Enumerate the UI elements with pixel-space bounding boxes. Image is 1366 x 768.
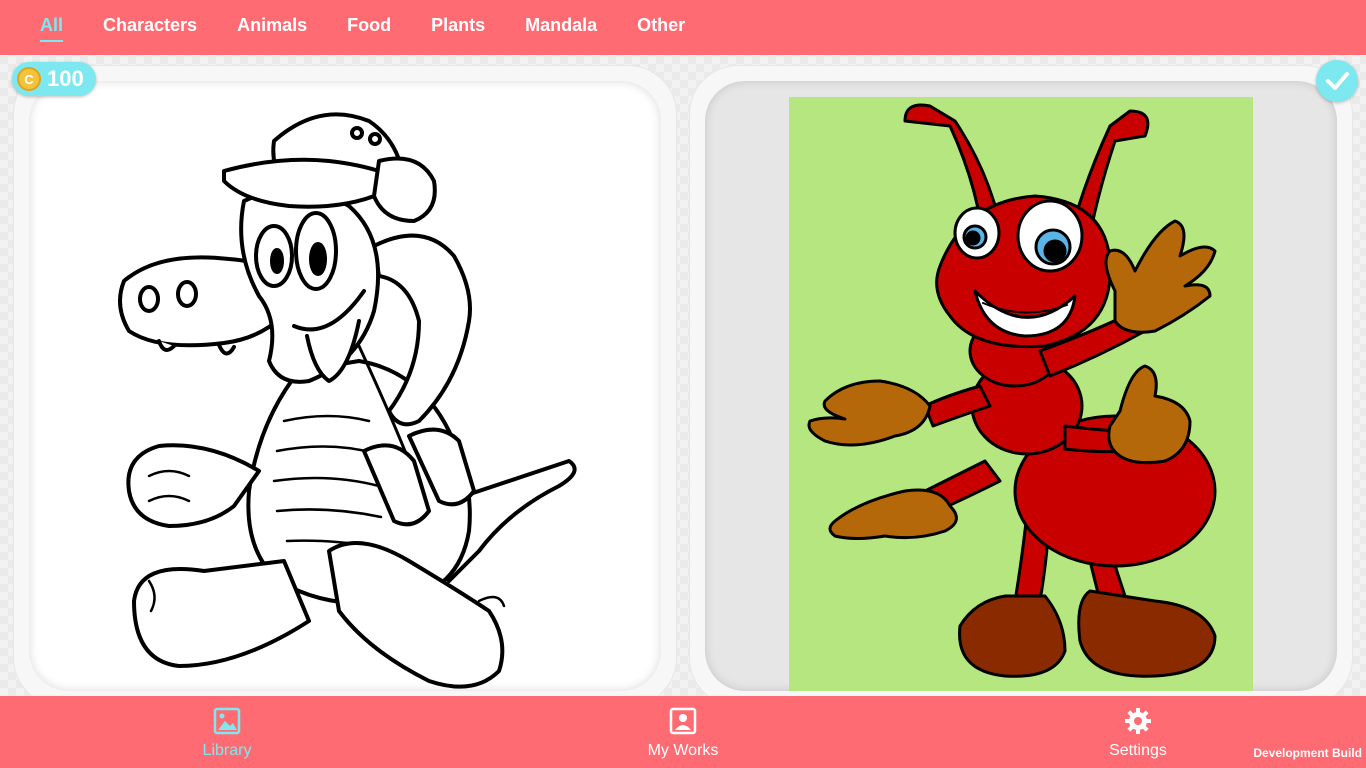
tab-mandala[interactable]: Mandala <box>525 15 597 40</box>
card-inner <box>29 81 661 691</box>
nav-my-works[interactable]: My Works <box>613 706 753 760</box>
ant-colored-art <box>789 97 1253 691</box>
tab-all[interactable]: All <box>40 15 64 42</box>
coin-counter[interactable]: C 100 <box>12 62 96 96</box>
card-inner <box>705 81 1337 691</box>
nav-library-label: Library <box>202 742 252 759</box>
image-icon <box>213 707 241 735</box>
tab-other[interactable]: Other <box>637 15 685 40</box>
coin-icon: C <box>17 67 41 91</box>
bottom-navigation: Library My Works Settings Development Bu… <box>0 696 1366 768</box>
tab-animals[interactable]: Animals <box>237 15 307 40</box>
nav-settings-label: Settings <box>1109 742 1167 759</box>
tab-food[interactable]: Food <box>347 15 391 40</box>
completed-badge <box>1316 60 1358 102</box>
portrait-icon <box>669 707 697 735</box>
nav-my-works-label: My Works <box>647 742 719 759</box>
coloring-card-ant[interactable] <box>690 66 1352 706</box>
tab-plants[interactable]: Plants <box>431 15 485 40</box>
gear-icon <box>1125 708 1151 734</box>
checkmark-icon <box>1326 72 1349 90</box>
crocodile-line-art <box>118 112 577 689</box>
category-tab-bar: All Characters Animals Food Plants Manda… <box>0 0 1366 55</box>
tab-characters[interactable]: Characters <box>103 15 197 40</box>
coin-count: 100 <box>47 66 84 91</box>
development-build-label: Development Build <box>1253 746 1362 760</box>
nav-library[interactable]: Library <box>157 706 297 760</box>
nav-settings[interactable]: Settings <box>1068 706 1208 760</box>
coloring-card-crocodile[interactable] <box>14 66 676 706</box>
